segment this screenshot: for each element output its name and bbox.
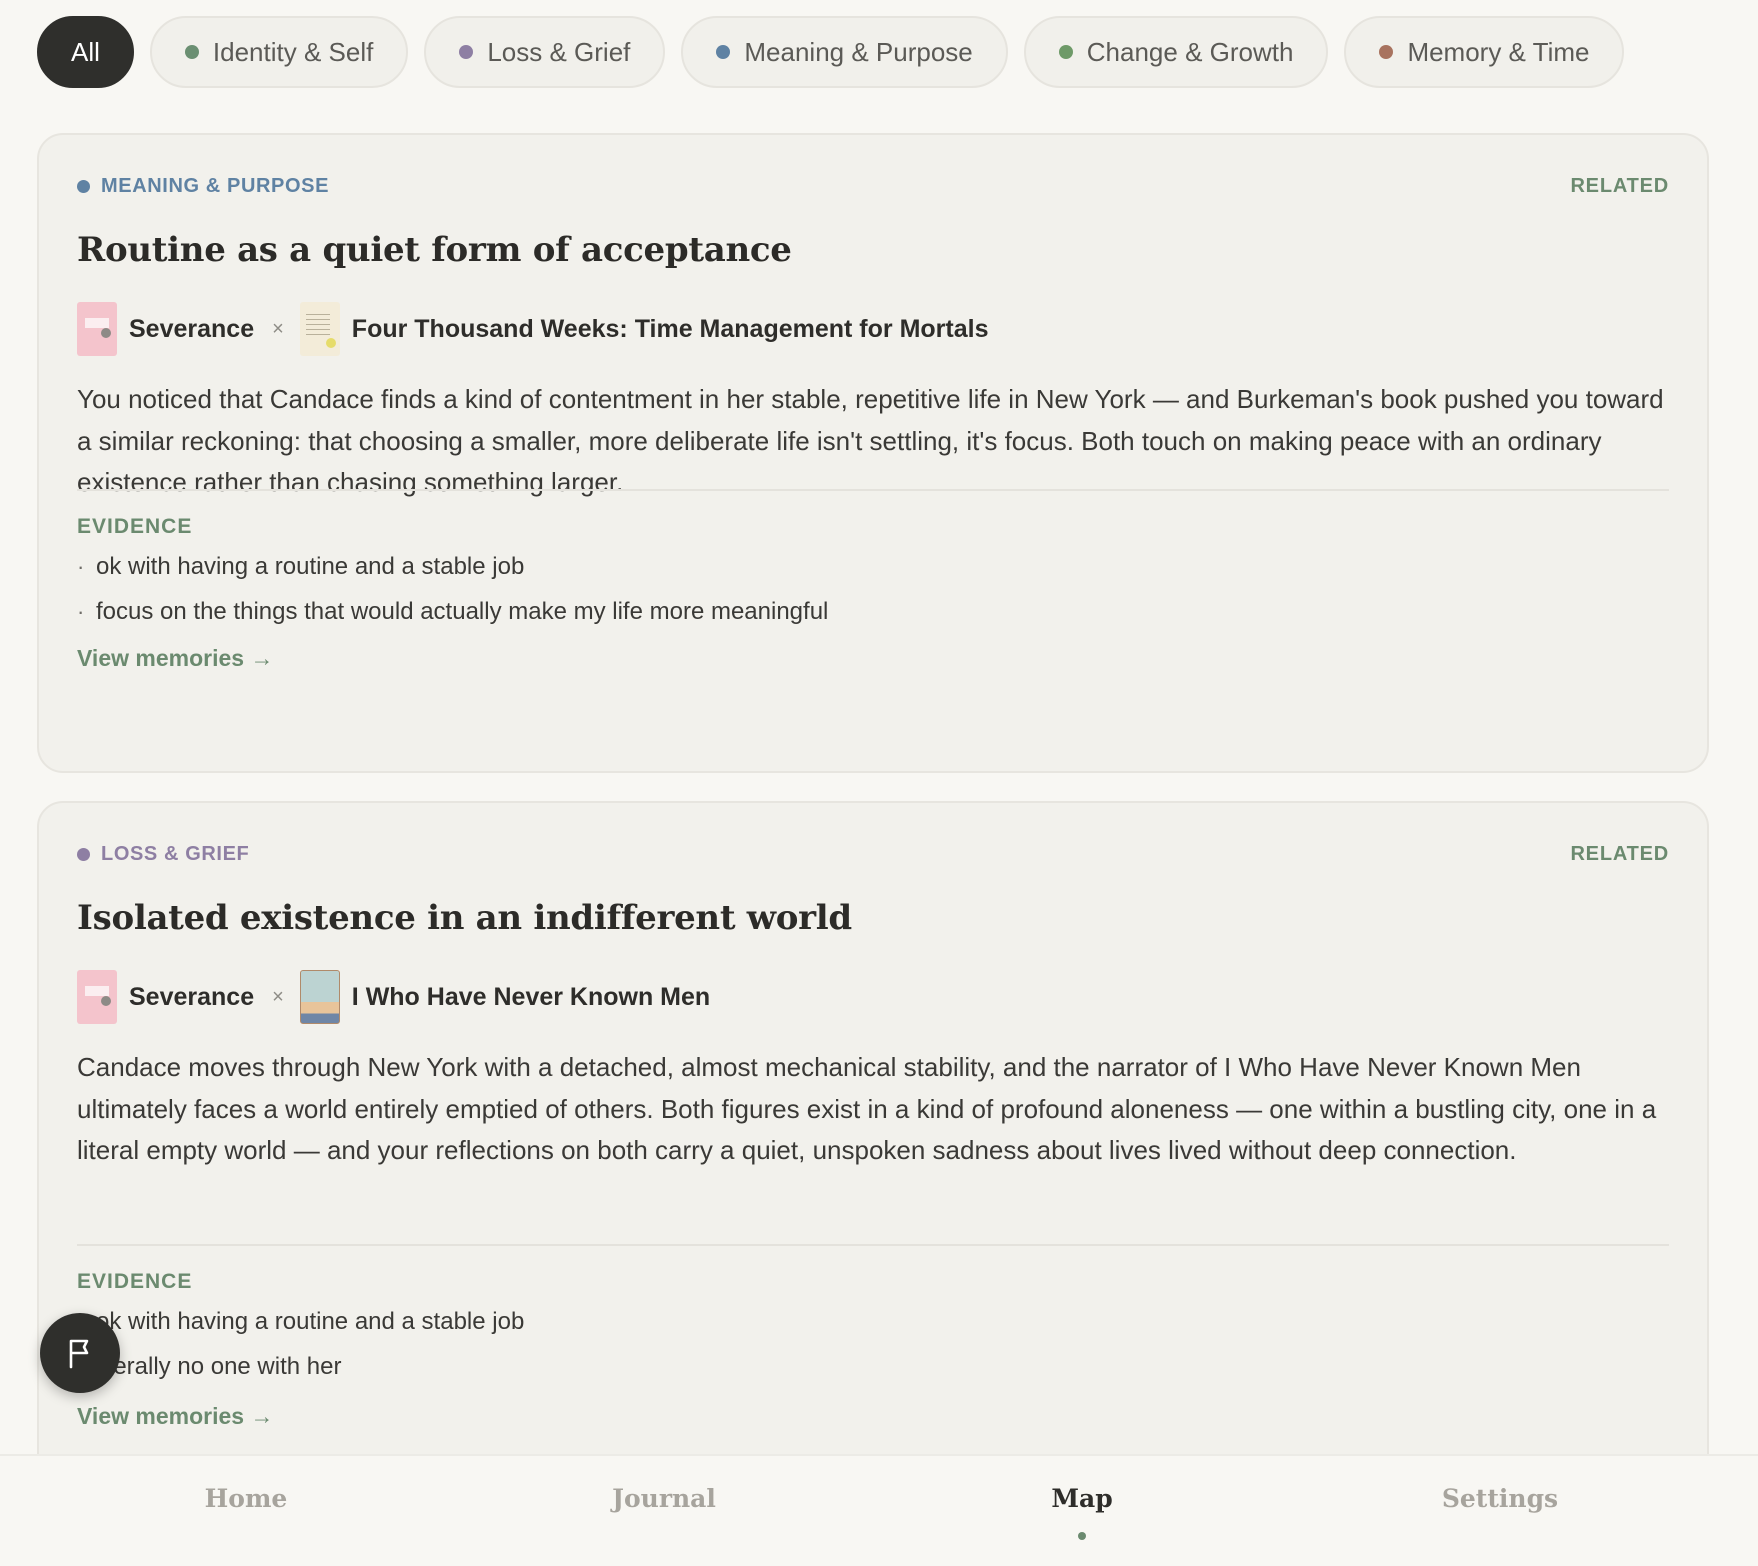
card-divider [77, 1244, 1669, 1246]
flag-icon [69, 1339, 89, 1369]
related-badge: RELATED [1570, 843, 1669, 865]
card-divider [77, 489, 1669, 491]
evidence-text: ok with having a routine and a stable jo… [96, 1308, 525, 1335]
theme-dot-icon [77, 848, 90, 861]
evidence-item: · focus on the things that would actuall… [77, 598, 828, 626]
media-b-name: Four Thousand Weeks: Time Management for… [351, 314, 989, 343]
card-description: Candace moves through New York with a de… [77, 1052, 1657, 1165]
media-pair: Severance × Four Thousand Weeks: Time Ma… [77, 301, 988, 357]
filter-chip-label: All [71, 36, 100, 67]
filter-chip-meaning-purpose[interactable]: Meaning & Purpose [681, 16, 1008, 88]
theme-tag-label: LOSS & GRIEF [101, 843, 250, 865]
filter-chip-memory-time[interactable]: Memory & Time [1344, 16, 1625, 88]
theme-filter-bar: All Identity & Self Loss & Grief Meaning… [37, 16, 1625, 88]
theme-dot-icon [716, 45, 731, 59]
theme-tag: MEANING & PURPOSE [77, 175, 329, 198]
filter-chip-label: Change & Growth [1086, 36, 1294, 67]
evidence-label: EVIDENCE [77, 515, 193, 538]
nav-home[interactable]: Home [205, 1484, 288, 1513]
theme-tag-label: MEANING & PURPOSE [101, 175, 330, 197]
card-description: You noticed that Candace finds a kind of… [77, 384, 1664, 497]
media-a-name: Severance [129, 314, 255, 343]
bullet-icon: · [77, 599, 85, 624]
evidence-text: ok with having a routine and a stable jo… [96, 553, 525, 580]
flag-button[interactable] [40, 1313, 120, 1393]
media-pair: Severance × I Who Have Never Known Men [77, 969, 710, 1025]
book-cover-icon [299, 302, 340, 356]
active-indicator-dot [1078, 1532, 1086, 1540]
card-title: Routine as a quiet form of acceptance [77, 230, 792, 270]
book-cover-icon [77, 302, 117, 356]
evidence-label: EVIDENCE [77, 1270, 193, 1293]
theme-dot-icon [459, 45, 474, 59]
view-memories-link[interactable]: View memories → [77, 645, 273, 672]
filter-chip-label: Identity & Self [212, 36, 374, 67]
media-b-name: I Who Have Never Known Men [351, 982, 711, 1011]
evidence-item: · ok with having a routine and a stable … [77, 553, 524, 581]
theme-tag: LOSS & GRIEF [77, 843, 249, 866]
evidence-text: literally no one with her [96, 1353, 342, 1380]
pair-separator: × [272, 985, 284, 1008]
related-badge: RELATED [1570, 175, 1669, 197]
bullet-icon: · [77, 554, 85, 579]
nav-map[interactable]: Map [1051, 1484, 1112, 1513]
book-cover-icon [299, 970, 340, 1024]
bottom-nav: Home Journal Map Settings [0, 1454, 1758, 1566]
filter-chip-label: Memory & Time [1407, 36, 1590, 67]
filter-chip-change-growth[interactable]: Change & Growth [1023, 16, 1329, 88]
filter-chip-loss-grief[interactable]: Loss & Grief [424, 16, 666, 88]
theme-dot-icon [1058, 45, 1073, 59]
theme-dot-icon [77, 180, 90, 193]
connection-card: MEANING & PURPOSE RELATED Routine as a q… [37, 133, 1709, 773]
book-cover-icon [77, 970, 117, 1024]
view-memories-link[interactable]: View memories → [77, 1403, 273, 1430]
nav-settings[interactable]: Settings [1442, 1484, 1558, 1513]
media-a-name: Severance [129, 982, 255, 1011]
theme-dot-icon [184, 45, 199, 59]
theme-dot-icon [1379, 45, 1394, 59]
evidence-item: · ok with having a routine and a stable … [77, 1308, 524, 1336]
filter-chip-all[interactable]: All [37, 16, 134, 88]
filter-chip-label: Loss & Grief [487, 36, 631, 67]
filter-chip-label: Meaning & Purpose [744, 36, 973, 67]
nav-journal[interactable]: Journal [612, 1484, 716, 1513]
pair-separator: × [272, 317, 284, 340]
filter-chip-identity-self[interactable]: Identity & Self [149, 16, 409, 88]
connection-card: LOSS & GRIEF RELATED Isolated existence … [37, 801, 1709, 1521]
card-title: Isolated existence in an indifferent wor… [77, 898, 852, 938]
evidence-text: focus on the things that would actually … [96, 598, 829, 625]
